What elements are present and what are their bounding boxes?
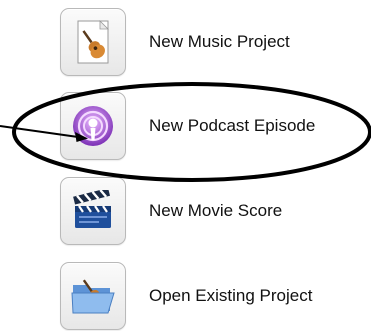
new-music-project-button[interactable] (60, 8, 126, 76)
new-movie-score-button[interactable] (60, 177, 126, 245)
open-folder-guitar-icon (70, 275, 116, 317)
new-movie-score-option[interactable]: New Movie Score (60, 176, 371, 246)
new-podcast-episode-label: New Podcast Episode (149, 116, 316, 135)
new-podcast-episode-button[interactable] (60, 92, 126, 160)
new-movie-score-label: New Movie Score (149, 201, 283, 220)
open-existing-project-button[interactable] (60, 262, 126, 330)
new-podcast-episode-option[interactable]: New Podcast Episode (60, 91, 371, 161)
guitar-document-icon (74, 19, 112, 65)
open-existing-project-label: Open Existing Project (149, 286, 313, 305)
open-existing-project-option[interactable]: Open Existing Project (60, 261, 371, 331)
podcast-icon (71, 104, 115, 148)
clapperboard-icon (71, 190, 115, 232)
new-music-project-option[interactable]: New Music Project (60, 7, 371, 77)
new-music-project-label: New Music Project (149, 32, 290, 51)
